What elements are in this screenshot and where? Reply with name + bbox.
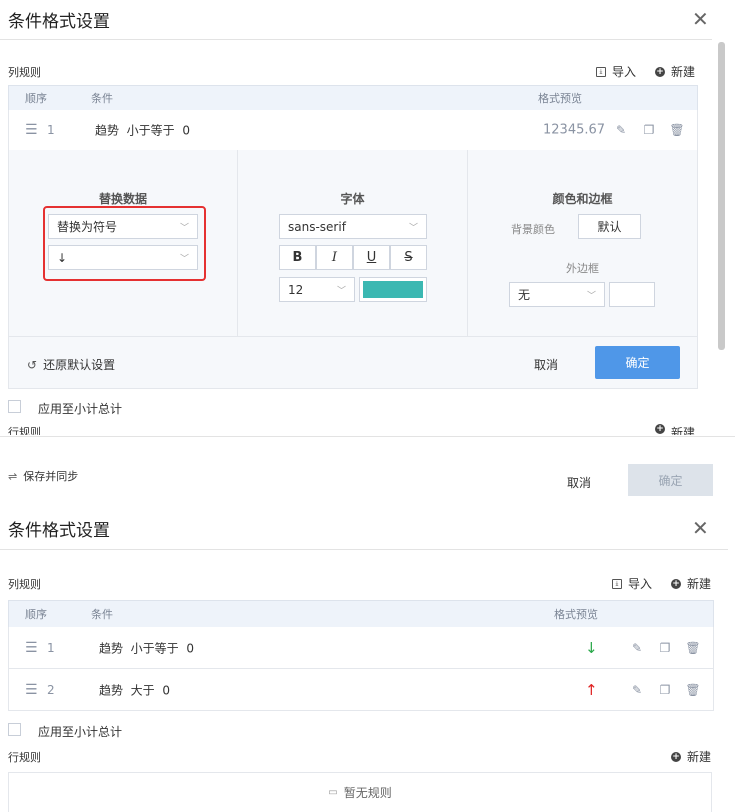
plus-icon: + <box>655 424 665 434</box>
divider <box>9 336 697 337</box>
empty-inbox-icon: ▭ <box>328 787 338 798</box>
footer-confirm-button[interactable]: 确定 <box>628 464 713 496</box>
divider <box>0 39 712 40</box>
new-label: 新建 <box>671 65 696 79</box>
th-condition: 条件 <box>91 608 113 621</box>
new-column-rule-button[interactable]: + 新建 <box>671 575 711 592</box>
strikethrough-button[interactable]: S <box>390 245 427 270</box>
rule-preview: ↑ <box>585 680 598 699</box>
th-order: 顺序 <box>25 92 47 105</box>
sync-icon: ⇌ <box>8 469 18 483</box>
border-color-picker[interactable] <box>609 282 655 307</box>
copy-icon[interactable]: ❐ <box>658 683 672 697</box>
underline-button[interactable]: U <box>353 245 390 270</box>
close-icon[interactable]: ✕ <box>692 9 709 29</box>
copy-icon[interactable]: ❐ <box>642 123 656 137</box>
plus-icon: + <box>671 751 681 762</box>
rule-index: 1 <box>47 640 55 655</box>
column-rules-label: 列规则 <box>8 578 41 591</box>
drag-handle-icon[interactable]: ☰ <box>25 122 38 138</box>
close-icon[interactable]: ✕ <box>692 518 709 538</box>
rule-condition: 趋势 小于等于 0 <box>95 123 190 138</box>
divider <box>467 150 468 336</box>
font-family-select[interactable]: sans-serif ﹀ <box>279 214 427 239</box>
th-condition: 条件 <box>91 92 113 105</box>
delete-icon[interactable]: 🗑 <box>669 123 684 137</box>
th-preview: 格式预览 <box>538 92 582 105</box>
restore-default-button[interactable]: ↺ 还原默认设置 <box>27 356 115 373</box>
table-row[interactable]: ☰ 1 趋势 小于等于 0 ↓ ✎ ❐ 🗑 <box>8 627 714 669</box>
refresh-icon: ↺ <box>27 357 38 372</box>
italic-button[interactable]: I <box>316 245 353 270</box>
empty-label: 暂无规则 <box>343 786 392 800</box>
confirm-button[interactable]: 确定 <box>595 346 680 379</box>
replace-data-title: 替换数据 <box>98 192 147 206</box>
dialog-title: 条件格式设置 <box>8 12 110 32</box>
highlight-box <box>43 206 206 281</box>
bold-button[interactable]: B <box>279 245 316 270</box>
color-swatch <box>363 281 423 298</box>
table-row[interactable]: ☰ 1 趋势 小于等于 0 12345.67 ✎ ❐ 🗑 <box>8 110 698 151</box>
rule-preview: ↓ <box>585 638 598 657</box>
font-title: 字体 <box>340 192 365 206</box>
th-order: 顺序 <box>25 608 47 621</box>
subtotal-checkbox[interactable] <box>8 723 21 736</box>
row-rules-label: 行规则 <box>8 426 41 435</box>
edit-icon[interactable]: ✎ <box>630 641 644 655</box>
rule-index: 2 <box>47 682 55 697</box>
empty-row-rules: ▭ 暂无规则 <box>8 772 712 812</box>
divider <box>0 549 728 550</box>
plus-icon: + <box>671 578 681 589</box>
rule-condition: 趋势 小于等于 0 <box>99 641 194 655</box>
divider <box>0 436 735 437</box>
cancel-button[interactable]: 取消 <box>534 356 558 373</box>
rule-condition: 趋势 大于 0 <box>99 683 170 697</box>
bg-color-label: 背景颜色 <box>511 223 555 236</box>
subtotal-label: 应用至小计总计 <box>38 402 123 416</box>
rule-editor-panel: 替换数据 替换为符号 ﹀ ↓ ﹀ 字体 sans-serif ﹀ B I U S 12… <box>8 150 698 389</box>
rule-index: 1 <box>47 123 55 137</box>
bg-color-button[interactable]: 默认 <box>578 214 641 239</box>
drag-handle-icon[interactable]: ☰ <box>25 640 38 656</box>
divider <box>237 150 238 336</box>
row-rules-label: 行规则 <box>8 751 41 764</box>
save-sync-button[interactable]: ⇌ 保存并同步 <box>8 468 78 484</box>
chevron-down-icon: ﹀ <box>586 291 596 301</box>
import-icon: ⤓ <box>596 66 606 77</box>
new-row-rule-button[interactable]: + 新建 <box>655 424 695 435</box>
drag-handle-icon[interactable]: ☰ <box>25 682 38 698</box>
delete-icon[interactable]: 🗑 <box>685 683 700 697</box>
delete-icon[interactable]: 🗑 <box>685 641 700 655</box>
rule-preview: 12345.67 <box>543 122 606 138</box>
border-label: 外边框 <box>566 262 599 275</box>
chevron-down-icon: ﹀ <box>336 286 346 296</box>
table-row[interactable]: ☰ 2 趋势 大于 0 ↑ ✎ ❐ 🗑 <box>8 669 714 711</box>
new-row-rule-button[interactable]: + 新建 <box>671 748 711 765</box>
rules-table-header: 顺序 条件 格式预览 <box>8 85 698 111</box>
font-size-select[interactable]: 12 ﹀ <box>279 277 355 302</box>
column-rules-label: 列规则 <box>8 66 41 79</box>
rules-table-header: 顺序 条件 格式预览 <box>8 600 714 628</box>
edit-icon[interactable]: ✎ <box>630 683 644 697</box>
border-style-select[interactable]: 无 ﹀ <box>509 282 605 307</box>
subtotal-label: 应用至小计总计 <box>38 725 123 739</box>
th-preview: 格式预览 <box>554 608 598 621</box>
import-button[interactable]: ⤓ 导入 <box>596 63 636 80</box>
scrollbar[interactable] <box>718 42 725 350</box>
subtotal-checkbox[interactable] <box>8 400 21 413</box>
import-label: 导入 <box>612 65 637 79</box>
chevron-down-icon: ﹀ <box>408 223 418 233</box>
footer-cancel-button[interactable]: 取消 <box>567 474 591 491</box>
import-icon: ⤓ <box>612 578 622 589</box>
dialog-title: 条件格式设置 <box>8 521 110 541</box>
edit-icon[interactable]: ✎ <box>614 123 628 137</box>
plus-icon: + <box>655 66 665 77</box>
font-color-picker[interactable] <box>359 277 427 302</box>
import-button[interactable]: ⤓ 导入 <box>612 575 652 592</box>
copy-icon[interactable]: ❐ <box>658 641 672 655</box>
color-border-title: 颜色和边框 <box>552 192 613 206</box>
new-column-rule-button[interactable]: + 新建 <box>655 63 695 80</box>
